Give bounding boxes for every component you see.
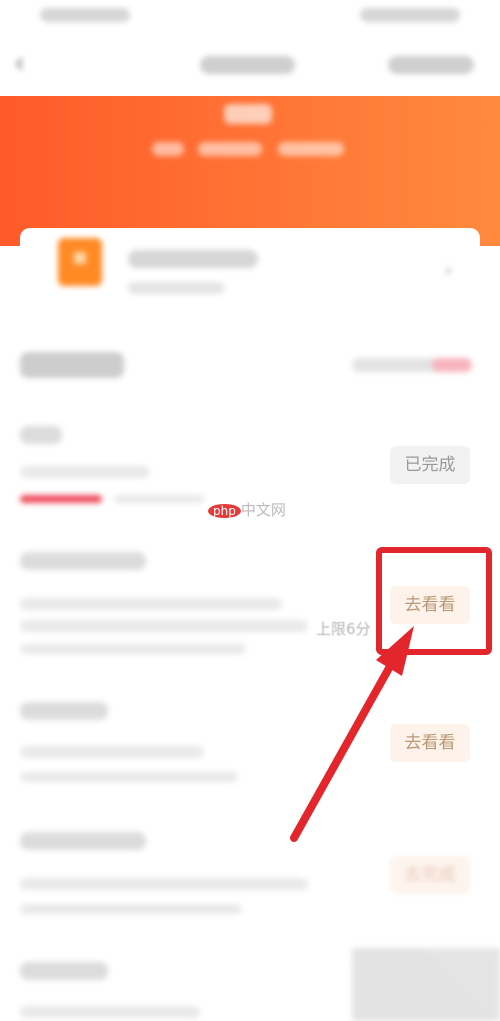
annotation-arrow-icon bbox=[290, 626, 414, 842]
